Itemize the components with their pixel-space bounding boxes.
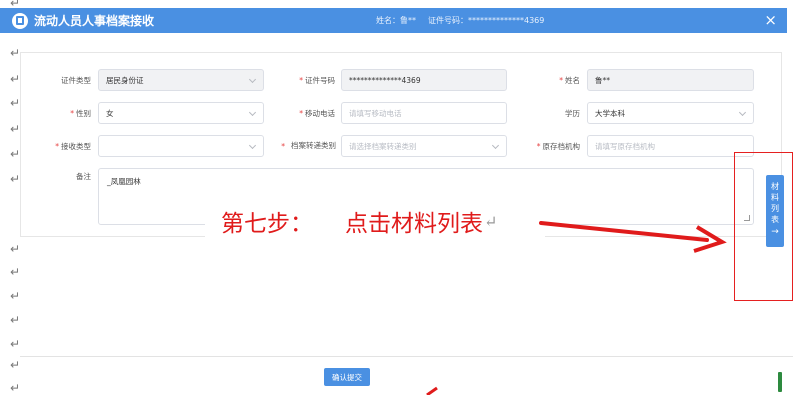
form-row: 证件类型 居民身份证 * 证件号码 **************4369 * 姓名 … (21, 69, 781, 91)
divider (20, 356, 793, 357)
paragraph-mark: ↵ (10, 96, 21, 110)
paragraph-mark: ↵ (10, 265, 21, 279)
paragraph-mark: ↵ (10, 313, 21, 327)
chevron-down-icon (248, 75, 257, 84)
instruction-annotation: 第七步： 点击材料列表 ↵ (205, 196, 545, 246)
dialog-title: 流动人员人事档案接收 (34, 14, 155, 28)
receive-type-select[interactable] (98, 135, 264, 157)
header-info: 姓名： 鲁** 证件号码： **************4369 (376, 8, 544, 33)
chevron-down-icon (248, 108, 257, 117)
mobile-input[interactable]: 请填写移动电话 (341, 102, 507, 124)
name-label: 姓名： (376, 16, 400, 25)
education-select[interactable]: 大学本科 (587, 102, 754, 124)
paragraph-mark: ↵ (10, 147, 21, 161)
id-label: 证件号码： (428, 16, 468, 25)
page: ↵ ↵ ↵ ↵ ↵ ↵ ↵ ↵ ↵ ↵ ↵ ↵ ↵ ↵ 流动人员人事档案接收 姓… (0, 0, 793, 395)
transfer-category-select[interactable]: 请选择档案转递类别 (341, 135, 507, 157)
instruction-step: 第七步： (221, 211, 313, 237)
paragraph-mark: ↵ (10, 358, 21, 372)
paragraph-mark: ↵ (10, 381, 21, 395)
paragraph-mark: ↵ (484, 211, 498, 231)
scroll-indicator[interactable] (778, 372, 782, 392)
chevron-down-icon (491, 141, 500, 150)
mobile-label: * 移动电话 (299, 108, 335, 118)
chevron-down-icon (738, 108, 747, 117)
form-row: * 接收类型 * 档案转递类别 请选择档案转递类别 * 原存档机构 请填写原存档机构 (21, 135, 781, 157)
id-type-label: 证件类型 (61, 75, 91, 85)
original-org-input[interactable]: 请填写原存档机构 (587, 135, 754, 157)
name-value: 鲁** (400, 16, 416, 25)
paragraph-mark: ↵ (10, 242, 21, 256)
id-number-field[interactable]: **************4369 (341, 69, 507, 91)
id-number-label: * 证件号码 (299, 75, 335, 85)
receive-type-label: * 接收类型 (55, 141, 91, 151)
paragraph-mark: ↵ (10, 72, 21, 86)
gender-label: * 性别 (70, 108, 91, 118)
id-type-select[interactable]: 居民身份证 (98, 69, 264, 91)
paragraph-mark: ↵ (10, 172, 21, 186)
arrow-partial (426, 386, 438, 395)
transfer-category-label: 档案转递类别 (291, 141, 336, 150)
education-label: 学历 (565, 108, 580, 118)
dialog-header: 流动人员人事档案接收 姓名： 鲁** 证件号码： **************4… (0, 8, 787, 33)
confirm-submit-button[interactable]: 确认提交 (324, 368, 370, 386)
paragraph-mark: ↵ (10, 289, 21, 303)
name-field-label: * 姓名 (559, 75, 580, 85)
chevron-down-icon (248, 141, 257, 150)
form-row: * 性别 女 * 移动电话 请填写移动电话 学历 大学本科 (21, 102, 781, 124)
original-org-label: * 原存档机构 (536, 141, 580, 151)
paragraph-mark: ↵ (10, 122, 21, 136)
paragraph-mark: ↵ (10, 337, 21, 351)
remark-label: 备注 (76, 171, 91, 181)
paragraph-mark: ↵ (10, 46, 21, 60)
archive-icon (12, 12, 28, 29)
highlight-box (734, 152, 793, 301)
close-icon[interactable]: × (764, 12, 777, 29)
instruction-action: 点击材料列表 (345, 211, 483, 237)
id-value: **************4369 (468, 16, 545, 25)
required-mark: * (281, 141, 285, 151)
name-field[interactable]: 鲁** (587, 69, 754, 91)
gender-select[interactable]: 女 (98, 102, 264, 124)
